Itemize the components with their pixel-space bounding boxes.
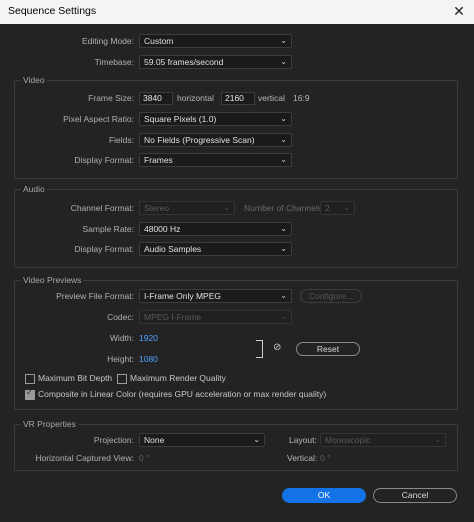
reset-button[interactable]: Reset — [296, 342, 360, 356]
pixel-aspect-ratio-label: Pixel Aspect Ratio: — [63, 114, 134, 124]
chevron-down-icon: ⌄ — [223, 203, 230, 212]
max-render-quality-checkbox[interactable] — [117, 374, 127, 384]
display-format-select[interactable]: Frames ⌄ — [139, 153, 292, 167]
sample-rate-label: Sample Rate: — [82, 224, 135, 234]
pixel-aspect-ratio-select[interactable]: Square Pixels (1.0) ⌄ — [139, 112, 292, 126]
codec-select[interactable]: MPEG I-Frame ⌄ — [139, 310, 292, 324]
codec-label: Codec: — [107, 312, 134, 322]
close-icon[interactable]: ✕ — [450, 2, 468, 20]
display-format-label: Display Format: — [74, 155, 134, 165]
sequence-settings-dialog: Sequence Settings ✕ Editing Mode: Custom… — [0, 0, 474, 522]
audio-display-format-value: Audio Samples — [144, 244, 202, 254]
fields-label: Fields: — [108, 135, 134, 145]
preview-file-format-label: Preview File Format: — [56, 291, 134, 301]
audio-display-format-select[interactable]: Audio Samples ⌄ — [139, 242, 292, 256]
fields-value: No Fields (Progressive Scan) — [144, 135, 255, 145]
chevron-down-icon: ⌄ — [280, 36, 287, 45]
sample-rate-select[interactable]: 48000 Hz ⌄ — [139, 222, 292, 236]
audio-display-format-label: Display Format: — [74, 244, 134, 254]
frame-size-label: Frame Size: — [88, 93, 134, 103]
editing-mode-select[interactable]: Custom ⌄ — [139, 34, 292, 48]
chevron-down-icon: ⌄ — [280, 244, 287, 253]
chevron-down-icon: ⌄ — [253, 435, 260, 444]
codec-value: MPEG I-Frame — [144, 312, 202, 322]
pixel-aspect-ratio-value: Square Pixels (1.0) — [144, 114, 217, 124]
chevron-down-icon: ⌄ — [280, 135, 287, 144]
layout-select[interactable]: Monoscopic ⌄ — [320, 433, 446, 447]
channel-format-value: Stereo — [144, 203, 170, 213]
max-bit-depth-label: Maximum Bit Depth — [38, 373, 113, 383]
layout-value: Monoscopic — [325, 435, 371, 445]
editing-mode-label: Editing Mode: — [82, 36, 134, 46]
chevron-down-icon: ⌄ — [343, 203, 350, 212]
layout-label: Layout: — [289, 435, 317, 445]
preview-file-format-value: I-Frame Only MPEG — [144, 291, 221, 301]
ok-button[interactable]: OK — [282, 488, 366, 503]
cancel-button[interactable]: Cancel — [373, 488, 457, 503]
fields-select[interactable]: No Fields (Progressive Scan) ⌄ — [139, 133, 292, 147]
configure-button[interactable]: Configure... — [300, 289, 362, 303]
vertical-label: vertical — [258, 93, 285, 103]
vertical-view-label: Vertical: — [287, 453, 318, 463]
width-value[interactable]: 1920 — [139, 332, 158, 344]
max-render-quality-label: Maximum Render Quality — [130, 373, 226, 383]
composite-linear-label: Composite in Linear Color (requires GPU … — [38, 389, 327, 399]
number-of-channels-label: Number of Channels: — [244, 203, 325, 213]
channel-format-label: Channel Format: — [70, 203, 134, 213]
horizontal-label: horizontal — [177, 93, 214, 103]
number-of-channels-value: 2 — [325, 203, 330, 213]
chevron-down-icon: ⌄ — [280, 155, 287, 164]
preview-file-format-select[interactable]: I-Frame Only MPEG ⌄ — [139, 289, 292, 303]
dimension-link-bracket — [256, 340, 263, 358]
width-label: Width: — [109, 333, 134, 343]
height-label: Height: — [107, 354, 134, 364]
projection-label: Projection: — [93, 435, 134, 445]
horizontal-captured-view-label: Horizontal Captured View: — [35, 453, 134, 463]
projection-value: None — [144, 435, 165, 445]
channel-format-select[interactable]: Stereo ⌄ — [139, 201, 235, 215]
vertical-view-value[interactable]: 0 ° — [320, 452, 331, 464]
sample-rate-value: 48000 Hz — [144, 224, 181, 234]
max-bit-depth-checkbox[interactable] — [25, 374, 35, 384]
window-title: Sequence Settings — [8, 5, 97, 17]
link-icon[interactable]: ⊘ — [273, 342, 281, 353]
aspect-ratio-text: 16:9 — [293, 93, 310, 103]
chevron-down-icon: ⌄ — [280, 114, 287, 123]
chevron-down-icon: ⌄ — [280, 312, 287, 321]
chevron-down-icon: ⌄ — [280, 291, 287, 300]
number-of-channels-select[interactable]: 2 ⌄ — [320, 201, 355, 215]
timebase-select[interactable]: 59.05 frames/second ⌄ — [139, 55, 292, 69]
frame-height-input[interactable]: 2160 — [221, 92, 255, 105]
frame-width-input[interactable]: 3840 — [139, 92, 173, 105]
timebase-label: Timebase: — [94, 57, 134, 67]
editing-mode-value: Custom — [144, 36, 174, 46]
composite-linear-checkbox[interactable] — [25, 388, 35, 400]
title-bar[interactable]: Sequence Settings ✕ — [0, 0, 474, 24]
video-section-label: Video — [21, 75, 47, 85]
chevron-down-icon: ⌄ — [434, 435, 441, 444]
chevron-down-icon: ⌄ — [280, 224, 287, 233]
vr-properties-section-label: VR Properties — [21, 419, 78, 429]
chevron-down-icon: ⌄ — [280, 57, 287, 66]
height-value[interactable]: 1080 — [139, 353, 158, 365]
timebase-value: 59.05 frames/second — [144, 57, 224, 67]
projection-select[interactable]: None ⌄ — [139, 433, 265, 447]
horizontal-captured-view-value[interactable]: 0 ° — [139, 452, 150, 464]
video-previews-section-label: Video Previews — [21, 275, 84, 285]
display-format-value: Frames — [144, 155, 173, 165]
audio-section-label: Audio — [21, 184, 47, 194]
